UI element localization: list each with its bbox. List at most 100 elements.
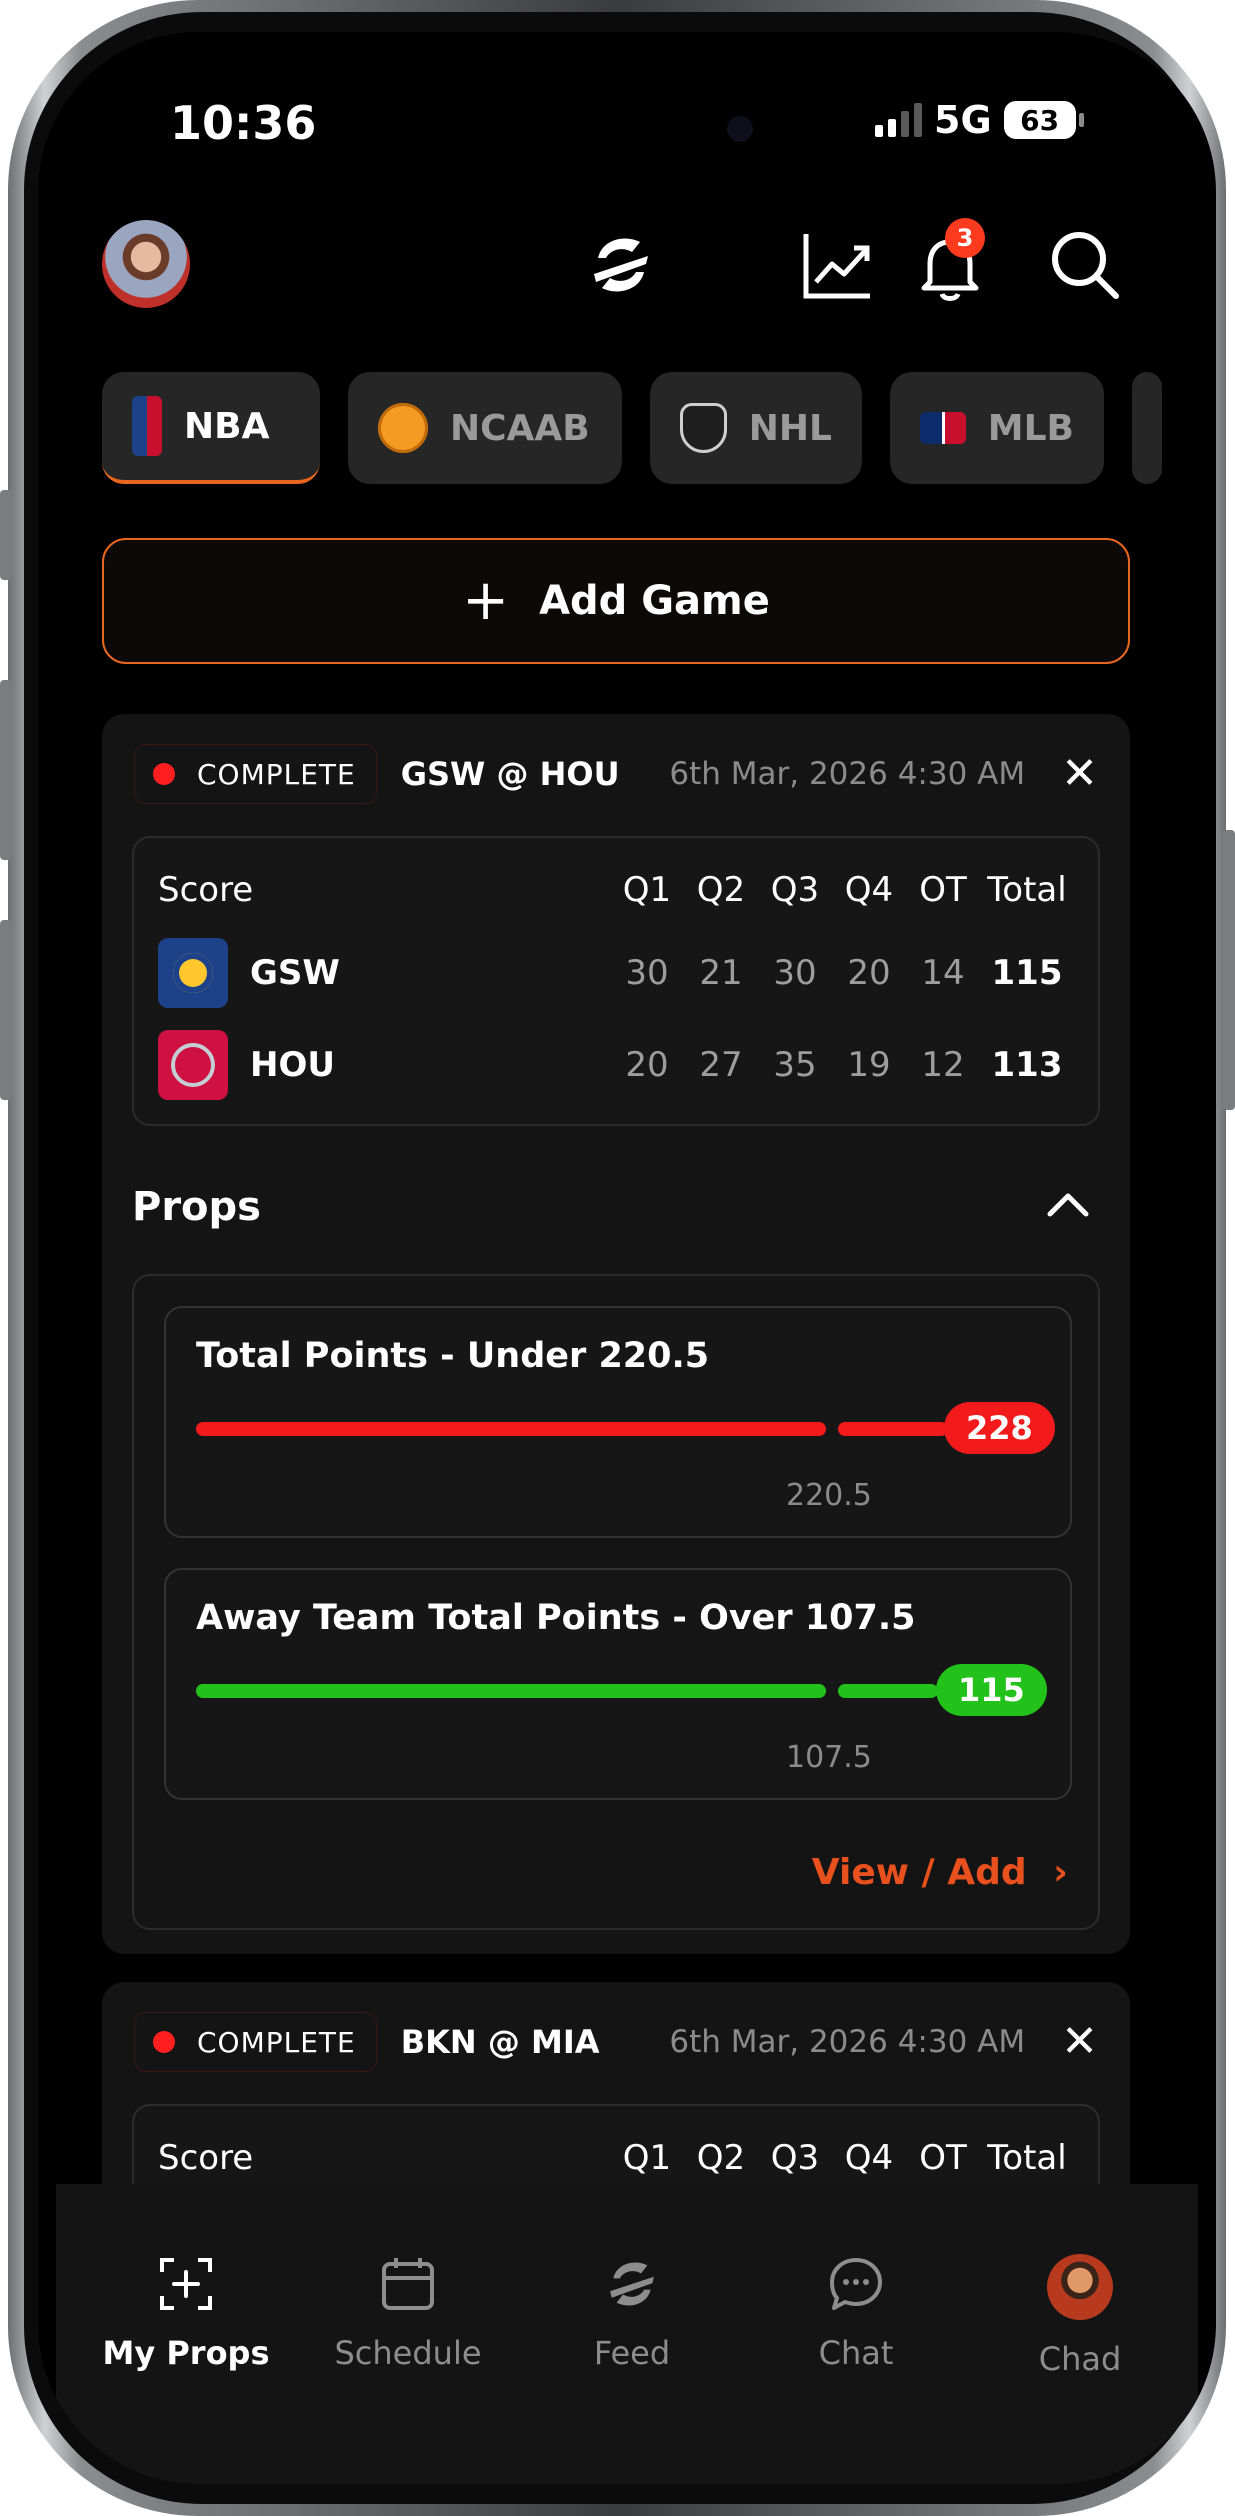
prop-item[interactable]: Away Team Total Points - Over 107.5 115 … (164, 1568, 1072, 1800)
team-row-home: HOU 20 27 35 19 12 113 (158, 1030, 1074, 1100)
add-game-button[interactable]: + Add Game (102, 538, 1130, 664)
mlb-logo-icon (920, 412, 966, 444)
bottom-nav: My Props Schedule Feed Chat Chad (56, 2184, 1198, 2484)
prop-progress-bar (196, 1684, 826, 1698)
col-q4: Q4 (844, 2138, 894, 2178)
app-logo-icon[interactable] (584, 228, 658, 302)
prop-progress-bar-overflow (838, 1422, 948, 1436)
plus-icon: + (462, 568, 510, 633)
score-cell: 30 (625, 953, 669, 993)
profile-avatar[interactable] (102, 220, 190, 308)
game-card-header: COMPLETE GSW @ HOU 6th Mar, 2026 4:30 AM… (134, 744, 1098, 804)
score-cell: 27 (699, 1045, 743, 1085)
nav-label: Schedule (334, 2334, 482, 2372)
tab-more[interactable] (1132, 372, 1162, 484)
prop-progress-bar-overflow (838, 1684, 938, 1698)
col-q3: Q3 (770, 870, 820, 910)
game-card-header: COMPLETE BKN @ MIA 6th Mar, 2026 4:30 AM… (134, 2012, 1098, 2072)
prop-value-badge: 228 (944, 1402, 1055, 1454)
status-text: COMPLETE (197, 2025, 356, 2059)
props-title: Props (132, 1184, 261, 1230)
network-type: 5G (934, 98, 992, 142)
app-screen: 10:36 5G 63 3 NBA NCAAB NHL MLB + Add Ga… (38, 32, 1216, 2484)
status-badge: COMPLETE (134, 2012, 377, 2072)
prop-item[interactable]: Total Points - Under 220.5 228 220.5 (164, 1306, 1072, 1538)
nav-label: Feed (593, 2334, 671, 2372)
tab-label: NCAAB (450, 407, 590, 449)
matchup-label: GSW @ HOU (400, 755, 620, 793)
prop-title: Total Points - Under 220.5 (196, 1336, 710, 1376)
prop-progress-bar (196, 1422, 826, 1436)
prop-title: Away Team Total Points - Over 107.5 (196, 1598, 916, 1638)
nhl-logo-icon (680, 403, 727, 453)
search-icon[interactable] (1048, 228, 1122, 302)
col-q3: Q3 (770, 2138, 820, 2178)
team-abbr: HOU (250, 1045, 335, 1085)
score-cell: 12 (921, 1045, 965, 1085)
close-icon[interactable]: ✕ (1061, 2020, 1098, 2064)
nav-feed[interactable]: Feed (542, 2254, 722, 2372)
logo-icon (610, 2262, 654, 2306)
status-text: COMPLETE (197, 757, 356, 791)
tab-label: NHL (748, 407, 832, 449)
matchup-label: BKN @ MIA (400, 2023, 600, 2061)
basketball-icon (378, 403, 428, 453)
score-cell: 19 (847, 1045, 891, 1085)
add-game-label: Add Game (539, 578, 770, 624)
tab-label: NBA (184, 405, 270, 447)
profile-avatar (1047, 2254, 1113, 2320)
score-header-row: Score Q1 Q2 Q3 Q4 OT Total (158, 864, 1074, 916)
stats-chart-icon[interactable] (800, 228, 874, 302)
col-q2: Q2 (696, 870, 746, 910)
score-label: Score (158, 870, 254, 910)
tab-mlb[interactable]: MLB (890, 372, 1104, 484)
nba-logo-icon (132, 396, 162, 456)
tab-label: MLB (987, 407, 1074, 449)
nav-chat[interactable]: Chat (766, 2254, 946, 2372)
league-tabs: NBA NCAAB NHL MLB (102, 372, 1162, 484)
col-q4: Q4 (844, 870, 894, 910)
close-icon[interactable]: ✕ (1061, 752, 1098, 796)
notification-badge: 3 (945, 218, 985, 258)
col-q1: Q1 (622, 2138, 672, 2178)
team-row-away: GSW 30 21 30 20 14 115 (158, 938, 1074, 1008)
game-date: 6th Mar, 2026 4:30 AM (669, 2024, 1026, 2060)
col-ot: OT (919, 2138, 967, 2178)
nav-schedule[interactable]: Schedule (318, 2254, 498, 2372)
score-cell: 35 (773, 1045, 817, 1085)
score-cell: 20 (625, 1045, 669, 1085)
score-label: Score (158, 2138, 254, 2178)
prop-line-label: 220.5 (786, 1478, 872, 1513)
chevron-right-icon: › (1053, 1852, 1068, 1893)
tab-nhl[interactable]: NHL (650, 372, 862, 484)
game-date: 6th Mar, 2026 4:30 AM (669, 756, 1026, 792)
props-panel: Total Points - Under 220.5 228 220.5 Awa… (132, 1274, 1100, 1930)
col-q2: Q2 (696, 2138, 746, 2178)
team-abbr: GSW (250, 953, 340, 993)
nav-chad[interactable]: Chad (990, 2254, 1170, 2378)
power-button (1223, 830, 1235, 1110)
volume-down-button (0, 920, 12, 1100)
status-indicators: 5G 63 (875, 98, 1084, 142)
add-square-icon (160, 2258, 212, 2310)
nav-label: My Props (102, 2334, 270, 2372)
score-cell: 20 (847, 953, 891, 993)
status-time: 10:36 (170, 96, 317, 150)
nav-my-props[interactable]: My Props (96, 2254, 276, 2372)
score-cell: 14 (921, 953, 965, 993)
nav-label: Chad (1038, 2340, 1122, 2378)
nav-label: Chat (818, 2334, 894, 2372)
gsw-logo-icon (158, 938, 228, 1008)
view-add-link[interactable]: View / Add › (812, 1852, 1068, 1893)
front-camera (727, 116, 753, 142)
status-dot (153, 2031, 175, 2053)
chevron-up-icon[interactable] (1046, 1192, 1090, 1218)
status-dot (153, 763, 175, 785)
tab-ncaab[interactable]: NCAAB (348, 372, 622, 484)
battery-icon: 63 (1003, 101, 1084, 139)
chat-bubble-icon (830, 2258, 882, 2310)
col-q1: Q1 (622, 870, 672, 910)
status-badge: COMPLETE (134, 744, 377, 804)
tab-nba[interactable]: NBA (102, 372, 320, 484)
score-total: 115 (991, 953, 1063, 993)
